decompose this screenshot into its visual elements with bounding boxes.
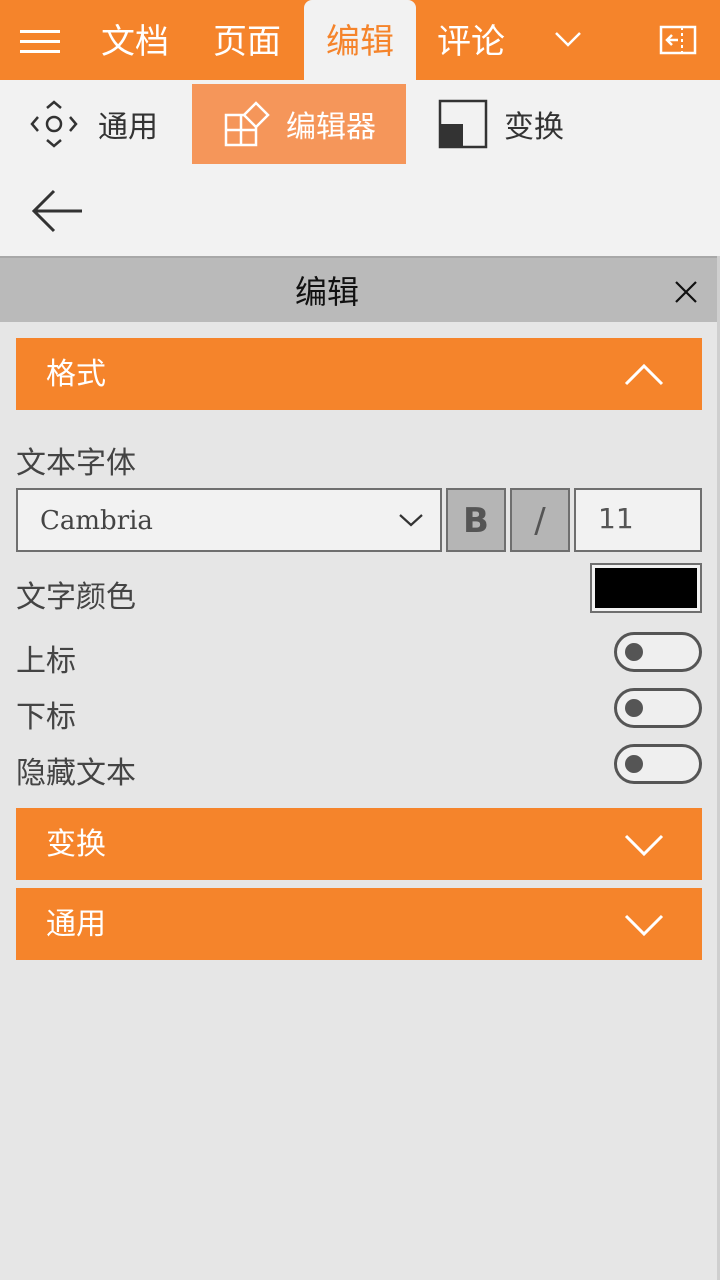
close-icon[interactable] xyxy=(672,278,700,306)
text-color-swatch[interactable] xyxy=(590,563,702,613)
subscript-toggle[interactable] xyxy=(614,688,702,728)
subscript-label: 下标 xyxy=(16,700,76,735)
hidden-text-toggle[interactable] xyxy=(614,744,702,784)
chevron-up-icon xyxy=(624,363,664,386)
panel-header: 编辑 xyxy=(0,256,718,322)
ribbon-general-label: 通用 xyxy=(98,110,158,145)
bold-button[interactable]: B xyxy=(446,488,506,552)
ribbon-general-button[interactable]: 通用 xyxy=(30,84,180,164)
back-arrow-icon[interactable] xyxy=(30,186,86,236)
chevron-down-icon[interactable] xyxy=(548,24,588,54)
chevron-down-icon xyxy=(399,514,423,527)
hidden-text-label: 隐藏文本 xyxy=(16,756,136,791)
tab-comment[interactable]: 评论 xyxy=(424,0,518,80)
section-format-header[interactable]: 格式 xyxy=(16,338,702,410)
section-format-label: 格式 xyxy=(46,357,106,392)
move-icon xyxy=(30,100,78,148)
ribbon-transform-label: 变换 xyxy=(504,110,564,145)
section-transform-header[interactable]: 变换 xyxy=(16,808,702,880)
superscript-toggle[interactable] xyxy=(614,632,702,672)
top-bar: 文档 页面 编辑 评论 xyxy=(0,0,720,80)
panel-title: 编辑 xyxy=(294,273,359,311)
ribbon-toolbar: 通用 编辑器 变换 xyxy=(0,80,720,256)
editor-shapes-icon xyxy=(224,101,270,147)
menu-icon[interactable] xyxy=(20,28,60,54)
ribbon-editor-button[interactable]: 编辑器 xyxy=(192,84,406,164)
toggle-knob xyxy=(625,755,643,773)
italic-button[interactable]: / xyxy=(510,488,570,552)
toggle-knob xyxy=(625,699,643,717)
ribbon-editor-label: 编辑器 xyxy=(286,110,376,145)
app-root: 文档 页面 编辑 评论 通用 编辑器 变换 编辑 格式 文本字体 Cambria… xyxy=(0,0,720,1280)
tab-document[interactable]: 文档 xyxy=(88,0,182,80)
chevron-down-icon xyxy=(624,834,664,857)
chevron-down-icon xyxy=(624,914,664,937)
text-color-label: 文字颜色 xyxy=(16,580,136,615)
exit-reading-icon[interactable] xyxy=(656,24,700,56)
ribbon-transform-button[interactable]: 变换 xyxy=(438,84,588,164)
font-label: 文本字体 xyxy=(16,446,136,481)
section-general-label: 通用 xyxy=(46,907,106,942)
font-family-select[interactable]: Cambria xyxy=(16,488,442,552)
font-size-input[interactable]: 11 xyxy=(574,488,702,552)
section-general-header[interactable]: 通用 xyxy=(16,888,702,960)
tab-page[interactable]: 页面 xyxy=(200,0,294,80)
transform-icon xyxy=(438,99,488,149)
section-transform-label: 变换 xyxy=(46,827,106,862)
text-color-fill xyxy=(595,568,697,608)
font-family-value: Cambria xyxy=(40,506,153,536)
tab-edit[interactable]: 编辑 xyxy=(304,0,416,80)
toggle-knob xyxy=(625,643,643,661)
superscript-label: 上标 xyxy=(16,644,76,679)
